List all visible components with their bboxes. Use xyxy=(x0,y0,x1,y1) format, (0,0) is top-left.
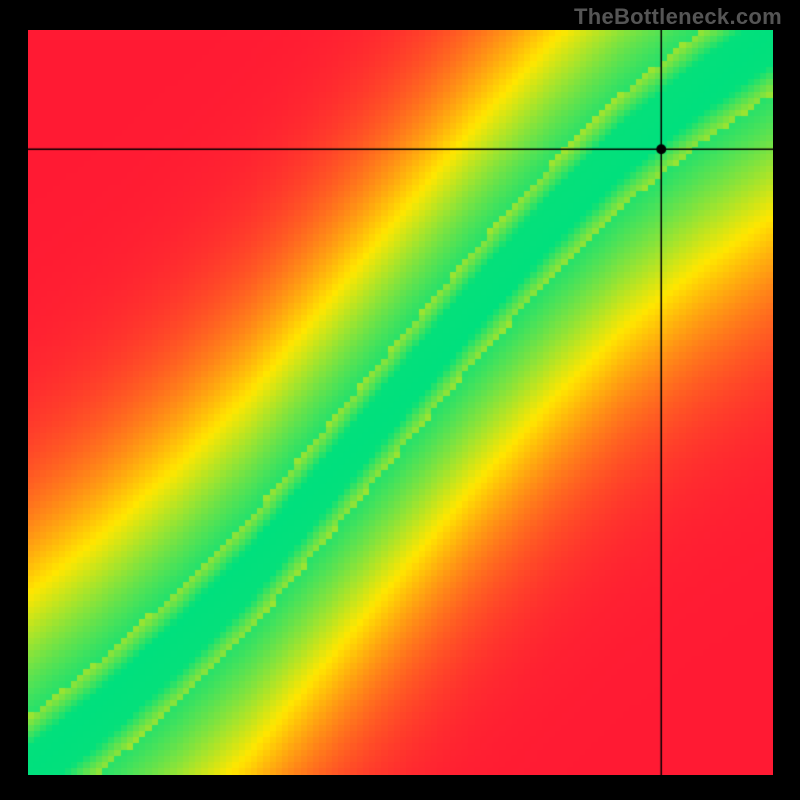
attribution-text: TheBottleneck.com xyxy=(574,4,782,30)
bottleneck-heatmap xyxy=(28,30,773,775)
chart-frame: TheBottleneck.com xyxy=(0,0,800,800)
